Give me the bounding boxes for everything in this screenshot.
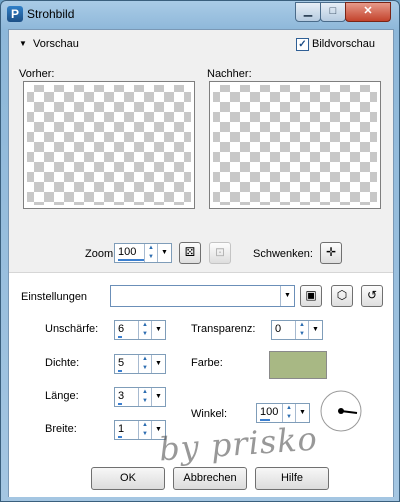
transparency-spin-arrows[interactable]: ▲ ▼ [295,321,308,339]
zoom-label: Zoom: [85,248,117,260]
length-label: Länge: [45,390,79,402]
pan-button[interactable]: ✛ [320,242,342,264]
angle-label: Winkel: [191,408,228,420]
zoom-spinner[interactable]: 100 ▲ ▼ ▼ [114,243,172,263]
spin-down-icon[interactable]: ▼ [145,253,157,262]
reset-icon: ↺ [366,288,378,302]
close-icon: ✕ [363,5,373,17]
blur-spinner[interactable]: 6 ▲ ▼ ▼ [114,320,166,340]
spin-up-icon[interactable]: ▲ [145,244,157,253]
spin-up-icon[interactable]: ▲ [139,421,151,430]
zoom-dropdown-icon[interactable]: ▼ [157,244,171,262]
length-slider-indicator[interactable] [118,403,122,405]
watermark-signature: by prisko [157,419,319,469]
zoom-value[interactable]: 100 [118,246,136,258]
spin-up-icon[interactable]: ▲ [296,321,308,330]
after-label: Nachher: [207,68,252,80]
preview-section-label[interactable]: Vorschau [33,38,79,50]
dice-icon: ⚄ [184,245,196,259]
angle-value[interactable]: 100 [260,406,278,418]
image-preview-checkbox[interactable]: ✓ [296,38,309,51]
width-spin-arrows[interactable]: ▲ ▼ [138,421,151,439]
close-button[interactable]: ✕ [345,2,391,22]
length-dropdown-icon[interactable]: ▼ [151,388,165,406]
transparency-dropdown-icon[interactable]: ▼ [308,321,322,339]
spin-down-icon[interactable]: ▼ [139,330,151,339]
cancel-button[interactable]: Abbrechen [173,467,247,490]
blur-spin-arrows[interactable]: ▲ ▼ [138,321,151,339]
image-preview-label: Bildvorschau [312,38,375,50]
pan-label: Schwenken: [253,248,313,260]
after-preview[interactable] [209,81,381,209]
window-title: Strohbild [27,7,75,21]
blur-dropdown-icon[interactable]: ▼ [151,321,165,339]
spin-down-icon[interactable]: ▼ [296,330,308,339]
angle-dial-hub [338,408,344,414]
preview-panel: ▼ Vorschau ✓ Bildvorschau Vorher: Nachhe… [9,30,393,272]
density-label: Dichte: [45,357,80,369]
transparency-label: Transparenz: [191,323,256,335]
zoom-actual-size-button[interactable]: ⊡ [209,242,231,264]
help-button[interactable]: Hilfe [255,467,329,490]
density-slider-indicator[interactable] [118,370,122,372]
color-label: Farbe: [191,357,223,369]
spin-up-icon[interactable]: ▲ [283,404,295,413]
spin-down-icon[interactable]: ▼ [139,397,151,406]
save-preset-button[interactable]: ▣ [300,285,322,307]
width-label: Breite: [45,423,77,435]
move-cross-icon: ✛ [325,245,337,259]
settings-preset-dropdown[interactable]: ▼ [110,285,295,307]
dialog-client-area: ▼ Vorschau ✓ Bildvorschau Vorher: Nachhe… [8,29,394,497]
before-preview[interactable] [23,81,195,209]
title-bar[interactable]: P Strohbild ▁ □ ✕ [1,1,399,29]
zoom-spin-arrows[interactable]: ▲ ▼ [144,244,157,262]
transparency-spinner[interactable]: 0 ▲ ▼ ▼ [271,320,323,340]
maximize-icon: □ [329,5,337,17]
width-value[interactable]: 1 [118,423,124,435]
spin-up-icon[interactable]: ▲ [139,321,151,330]
angle-slider-indicator[interactable] [260,419,270,421]
zoom-slider-indicator[interactable] [118,259,144,261]
minimize-button[interactable]: ▁ [295,2,321,22]
density-value[interactable]: 5 [118,357,124,369]
collapse-arrow-icon[interactable]: ▼ [19,39,27,48]
density-dropdown-icon[interactable]: ▼ [151,355,165,373]
preset-dropdown-icon[interactable]: ▼ [280,286,294,306]
zoom-fit-button[interactable]: ⚄ [179,242,201,264]
color-swatch[interactable] [269,351,327,379]
density-spinner[interactable]: 5 ▲ ▼ ▼ [114,354,166,374]
angle-dial[interactable] [319,389,363,433]
actual-size-icon: ⊡ [214,245,226,259]
length-spinner[interactable]: 3 ▲ ▼ ▼ [114,387,166,407]
reset-button[interactable]: ↺ [361,285,383,307]
randomize-button[interactable]: ⬡ [331,285,353,307]
settings-panel: Einstellungen ▼ ▣ ⬡ ↺ Unschärfe: 6 ▲ ▼ ▼ … [9,272,393,497]
angle-spin-arrows[interactable]: ▲ ▼ [282,404,295,422]
app-icon: P [7,6,23,22]
blur-value[interactable]: 6 [118,323,124,335]
maximize-button[interactable]: □ [320,2,346,22]
transparency-value[interactable]: 0 [275,323,281,335]
save-icon: ▣ [305,288,317,302]
length-value[interactable]: 3 [118,390,124,402]
dialog-window: P Strohbild ▁ □ ✕ ▼ Vorschau ✓ Bildvorsc… [0,0,400,502]
minimize-icon: ▁ [303,5,313,17]
spin-up-icon[interactable]: ▲ [139,355,151,364]
spin-down-icon[interactable]: ▼ [139,430,151,439]
spin-down-icon[interactable]: ▼ [139,364,151,373]
length-spin-arrows[interactable]: ▲ ▼ [138,388,151,406]
blur-label: Unschärfe: [45,323,99,335]
spin-up-icon[interactable]: ▲ [139,388,151,397]
density-spin-arrows[interactable]: ▲ ▼ [138,355,151,373]
before-label: Vorher: [19,68,55,80]
settings-label: Einstellungen [21,291,88,303]
width-slider-indicator[interactable] [118,436,122,438]
blur-slider-indicator[interactable] [118,336,122,338]
ok-button[interactable]: OK [91,467,165,490]
cube-icon: ⬡ [336,288,348,302]
